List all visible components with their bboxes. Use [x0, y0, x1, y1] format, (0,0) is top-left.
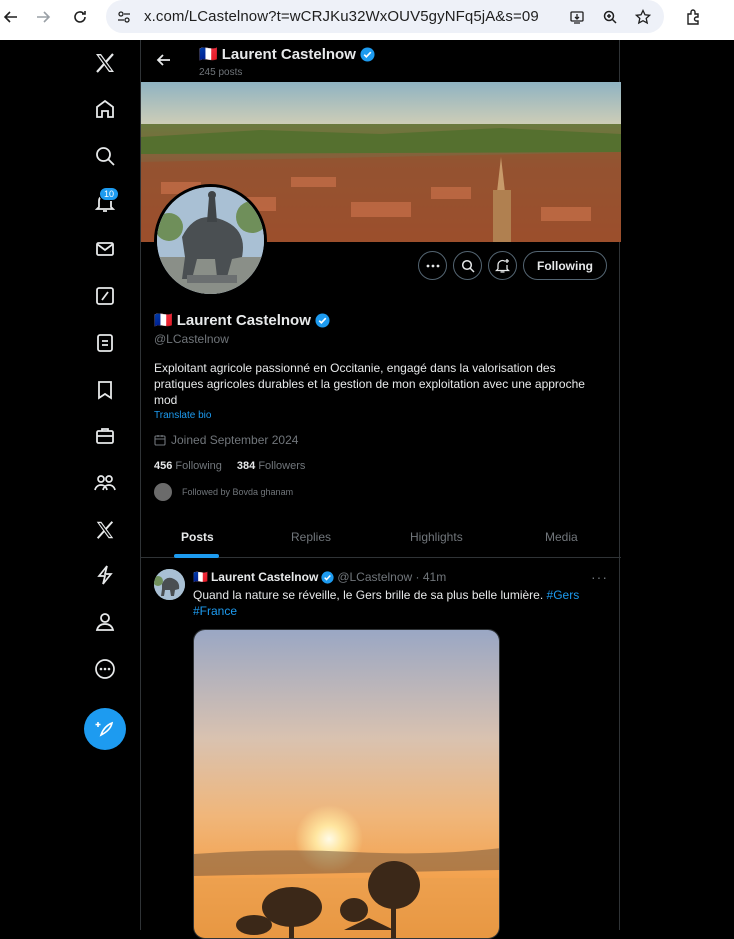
reload-icon[interactable] [69, 6, 91, 28]
tweet[interactable]: 🇫🇷 Laurent Castelnow @LCastelnow · 41m ·… [141, 559, 621, 939]
extensions-icon[interactable] [683, 6, 705, 28]
verified-orgs-lightning-icon[interactable] [92, 562, 118, 588]
tweet-text: Quand la nature se réveille, le Gers bri… [193, 587, 603, 619]
followed-by-text: Followed by Bovda ghanam [182, 487, 294, 497]
forward-arrow-icon[interactable] [32, 6, 54, 28]
verified-badge-icon [321, 570, 334, 584]
profile-handle: @LCastelnow [154, 332, 229, 346]
home-icon[interactable] [92, 96, 118, 122]
bookmarks-icon[interactable] [92, 377, 118, 403]
hashtag-gers[interactable]: #Gers [547, 588, 580, 602]
tweet-author-name[interactable]: Laurent Castelnow [211, 570, 318, 584]
ellipsis-icon [426, 264, 439, 267]
flag-france-icon: 🇫🇷 [199, 46, 218, 63]
tab-highlights[interactable]: Highlights [410, 530, 463, 544]
bookmark-star-icon[interactable] [633, 7, 653, 27]
header-name-text: Laurent Castelnow [221, 45, 356, 63]
tweet-body: Quand la nature se réveille, le Gers bri… [193, 588, 544, 602]
flag-france-icon: 🇫🇷 [154, 312, 173, 329]
search-icon[interactable] [92, 143, 118, 169]
tweet-image[interactable] [193, 629, 500, 939]
grok-icon[interactable] [92, 283, 118, 309]
search-icon [461, 259, 475, 273]
verified-badge-icon [315, 312, 330, 328]
tweet-more-button[interactable]: ··· [591, 569, 608, 585]
jobs-briefcase-icon[interactable] [92, 423, 118, 449]
more-circle-icon[interactable] [92, 656, 118, 682]
messages-mail-icon[interactable] [92, 236, 118, 262]
profile-display-name: 🇫🇷 Laurent Castelnow [154, 311, 330, 329]
search-profile-button[interactable] [453, 251, 482, 280]
calendar-icon [154, 435, 166, 446]
post-count: 245 posts [199, 67, 243, 78]
profile-icon[interactable] [92, 609, 118, 635]
verified-badge-icon [360, 46, 375, 62]
followers-count: 384 [236, 460, 256, 472]
bell-plus-icon [495, 259, 510, 273]
compose-post-button[interactable] [84, 708, 126, 750]
tab-media[interactable]: Media [545, 530, 578, 544]
more-options-button[interactable] [418, 251, 447, 280]
tweet-header: 🇫🇷 Laurent Castelnow @LCastelnow · 41m [193, 570, 446, 584]
tab-replies[interactable]: Replies [291, 530, 331, 544]
followed-by[interactable]: Followed by Bovda ghanam [154, 483, 293, 501]
profile-name-text: Laurent Castelnow [176, 311, 311, 329]
url-text[interactable]: x.com/LCastelnow?t=wCRJKu32WxOUV5gyNFq5j… [144, 8, 539, 25]
browser-chrome: x.com/LCastelnow?t=wCRJKu32WxOUV5gyNFq5j… [0, 0, 734, 40]
address-bar[interactable]: x.com/LCastelnow?t=wCRJKu32WxOUV5gyNFq5j… [106, 0, 664, 33]
profile-avatar[interactable] [154, 184, 267, 297]
profile-header-bar: 🇫🇷 Laurent Castelnow 245 posts [141, 40, 621, 82]
x-logo-icon[interactable] [92, 50, 118, 76]
tweet-handle-time[interactable]: @LCastelnow · 41m [337, 570, 446, 584]
feather-plus-icon [95, 721, 114, 737]
header-display-name: 🇫🇷 Laurent Castelnow [199, 45, 375, 63]
back-arrow-icon[interactable] [0, 6, 22, 28]
active-tab-indicator [174, 554, 219, 558]
following-label: Following [175, 460, 222, 472]
following-link[interactable]: 456 Following [154, 460, 222, 472]
followers-label: Followers [258, 460, 306, 472]
hashtag-france[interactable]: #France [193, 604, 237, 618]
premium-x-icon[interactable] [92, 517, 118, 543]
translate-bio-link[interactable]: Translate bio [154, 410, 211, 421]
flag-france-icon: 🇫🇷 [193, 570, 208, 584]
back-arrow-icon[interactable] [155, 52, 171, 73]
joined-text: Joined September 2024 [171, 433, 299, 447]
notify-subscribe-button[interactable] [488, 251, 517, 280]
joined-date: Joined September 2024 [154, 433, 298, 447]
followers-link[interactable]: 384 Followers [237, 460, 306, 472]
lists-icon[interactable] [92, 330, 118, 356]
profile-tabs: Posts Replies Highlights Media [141, 518, 621, 558]
following-count: 456 [154, 460, 173, 472]
tab-posts[interactable]: Posts [181, 530, 214, 544]
profile-column: 🇫🇷 Laurent Castelnow 245 posts Following… [140, 40, 621, 939]
follow-stats: 456 Following 384 Followers [154, 460, 305, 472]
zoom-icon[interactable] [600, 7, 620, 27]
follower-avatar [154, 483, 172, 501]
install-app-icon[interactable] [567, 7, 587, 27]
notification-badge: 10 [99, 187, 120, 201]
left-navigation: 10 [0, 40, 140, 930]
following-button[interactable]: Following [523, 251, 607, 280]
communities-icon[interactable] [92, 470, 118, 496]
site-settings-icon[interactable] [114, 7, 134, 27]
profile-bio: Exploitant agricole passionné en Occitan… [154, 361, 585, 407]
tweet-avatar[interactable] [154, 569, 185, 600]
